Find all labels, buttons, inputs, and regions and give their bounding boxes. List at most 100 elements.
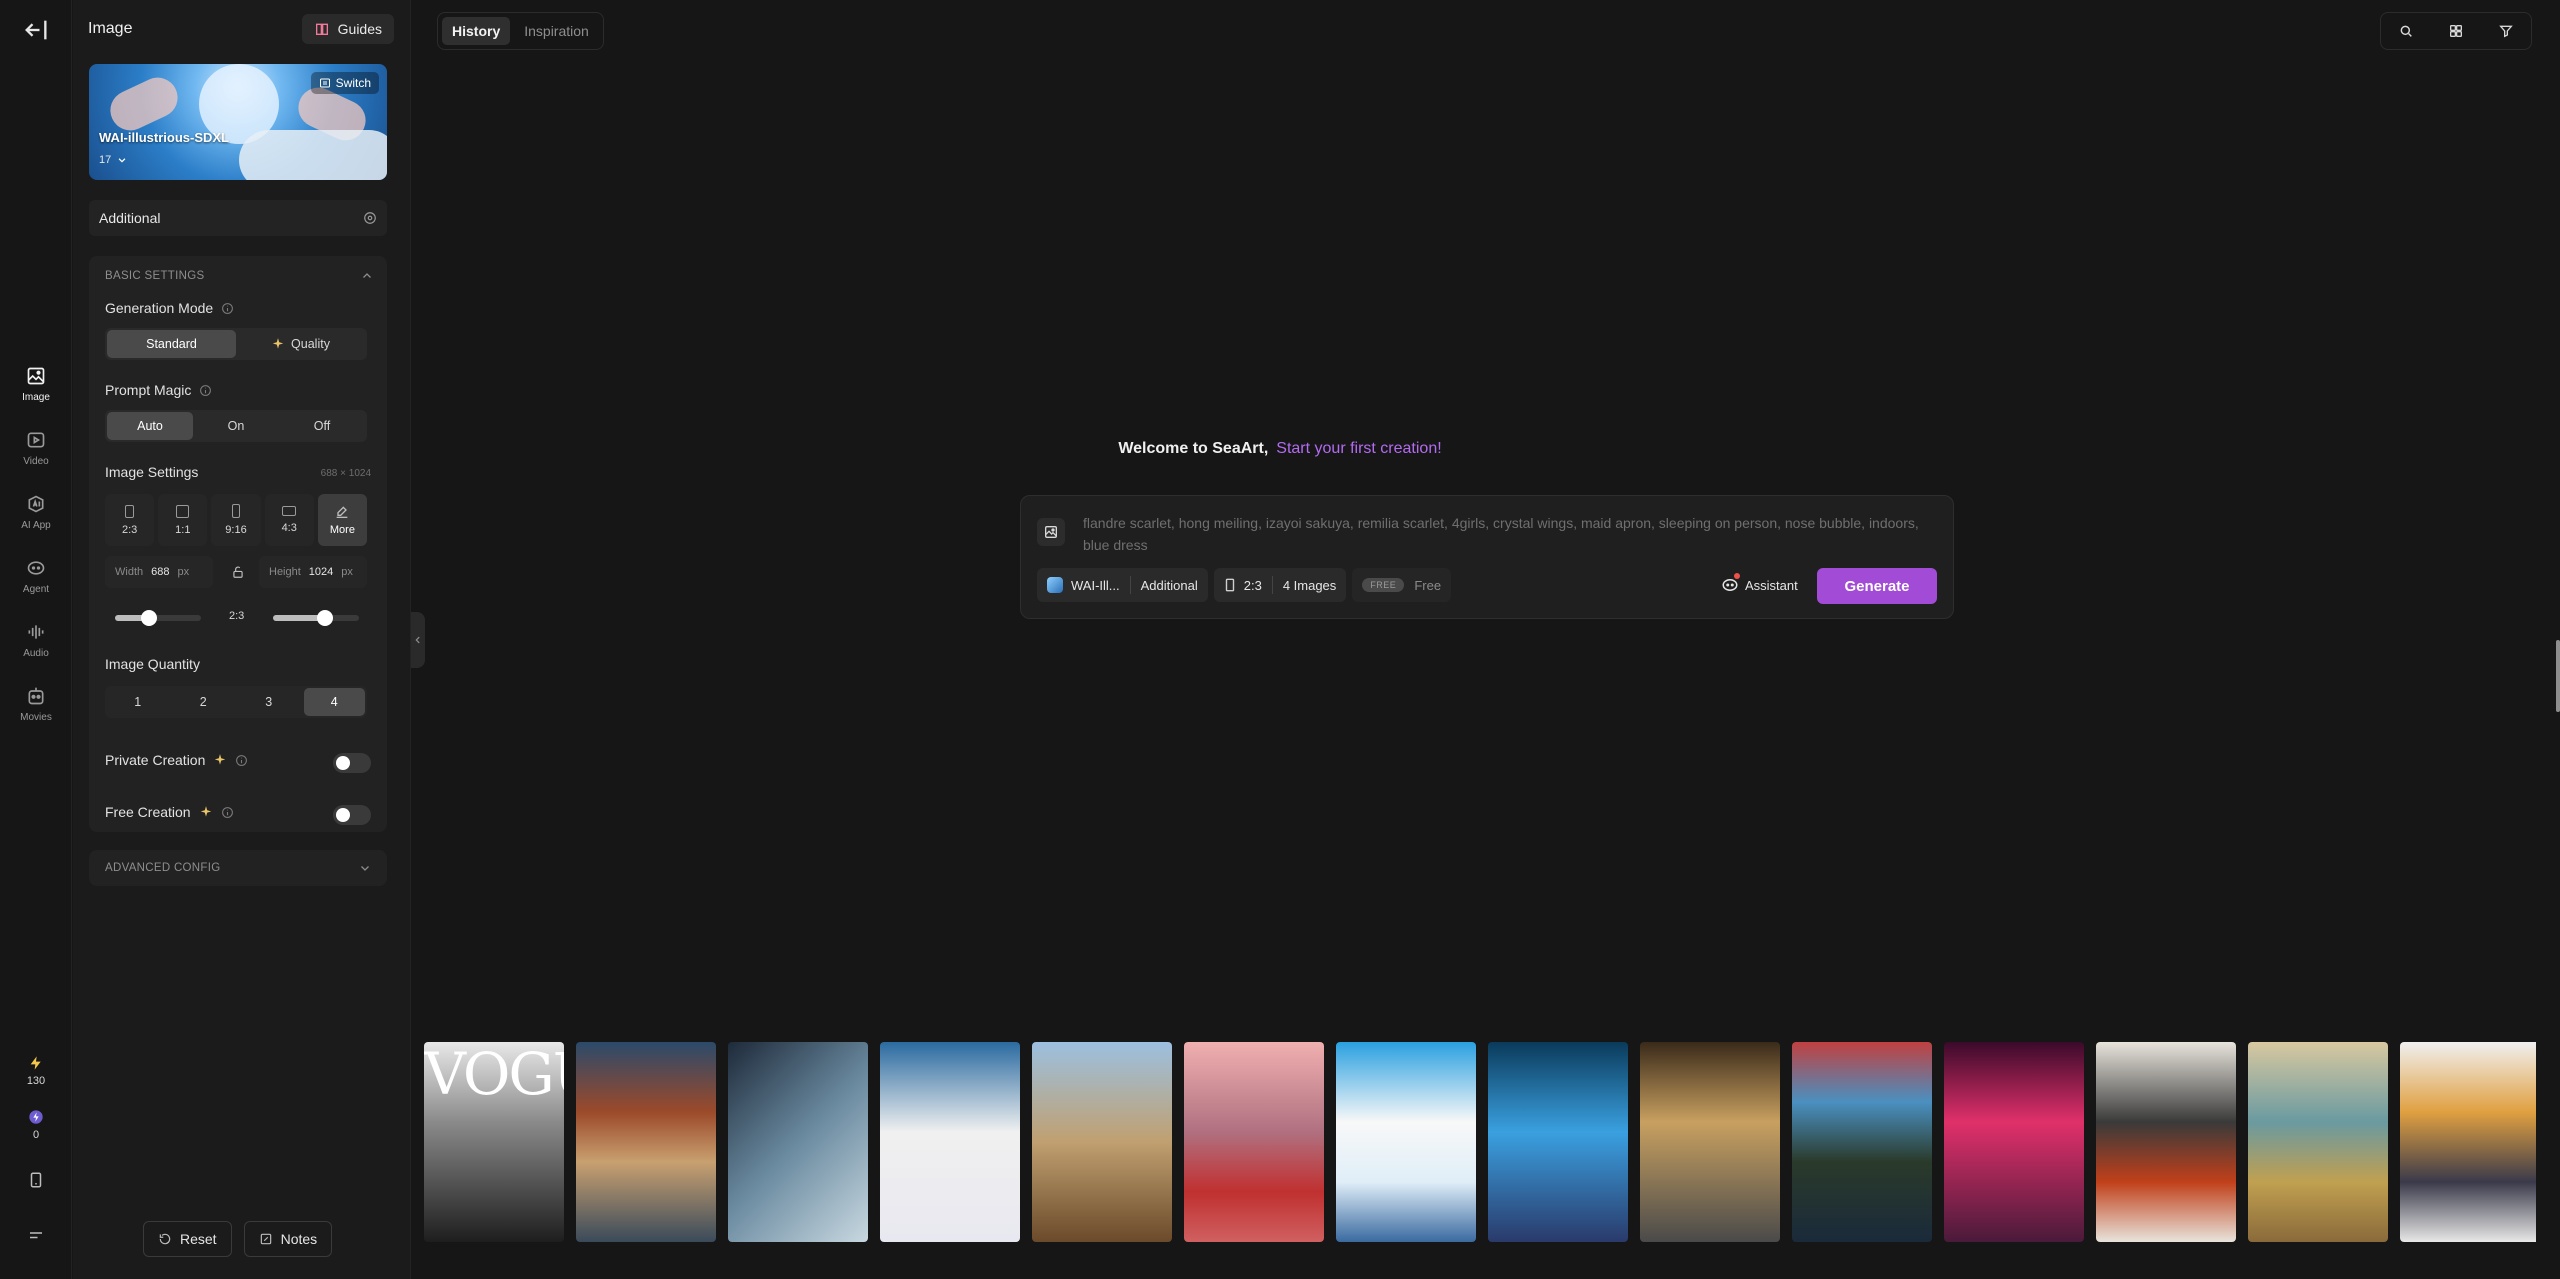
energy-counter[interactable]: 0	[0, 1098, 72, 1152]
model-version-select[interactable]: 17	[99, 154, 127, 166]
rail-item-agent[interactable]: Agent	[0, 544, 72, 608]
toggle-knob	[336, 756, 350, 770]
reset-button[interactable]: Reset	[143, 1221, 232, 1257]
free-creation-toggle[interactable]	[333, 805, 371, 825]
app-root: Image Video AI App Agent Audio Movies 13…	[0, 0, 2560, 1279]
width-field[interactable]: Width 688 px	[105, 556, 213, 588]
gallery-thumbnail[interactable]	[1336, 1042, 1476, 1242]
gallery-thumbnail[interactable]	[728, 1042, 868, 1242]
gallery-thumbnail[interactable]	[2400, 1042, 2536, 1242]
additional-row[interactable]: Additional	[89, 200, 387, 236]
quantity-4[interactable]: 4	[303, 688, 365, 716]
chip-additional-label: Additional	[1140, 577, 1198, 593]
advanced-config-header[interactable]: ADVANCED CONFIG	[89, 850, 387, 886]
quantity-2[interactable]: 2	[173, 688, 235, 716]
rail-item-label: Image	[22, 391, 50, 403]
rail-bottom: 130 0	[0, 1044, 72, 1264]
ratio-images-chip[interactable]: 2:3 4 Images	[1213, 568, 1347, 602]
model-chip[interactable]: WAI-Ill... Additional	[1037, 568, 1208, 602]
prompt-input[interactable]: flandre scarlet, hong meiling, izayoi sa…	[1083, 512, 1923, 556]
rail-item-label: Agent	[22, 583, 50, 595]
info-icon[interactable]	[199, 384, 212, 397]
menu-icon[interactable]	[0, 1208, 72, 1264]
info-icon[interactable]	[235, 754, 248, 767]
ratio-9-16[interactable]: 9:16	[211, 494, 261, 546]
height-field[interactable]: Height 1024 px	[259, 556, 367, 588]
slider-knob[interactable]	[316, 610, 333, 626]
notes-button[interactable]: Notes	[243, 1221, 333, 1257]
collapse-panel-button[interactable]	[411, 612, 425, 668]
filter-icon[interactable]	[2498, 23, 2514, 39]
image-upload-icon	[1045, 526, 1057, 538]
prompt-magic-auto[interactable]: Auto	[107, 412, 193, 440]
ratio-label: 4:3	[281, 522, 297, 534]
gallery-thumbnail[interactable]: VOGUE	[424, 1042, 564, 1242]
dimensions-note: 688 × 1024	[320, 468, 371, 479]
private-creation-toggle[interactable]	[333, 753, 371, 773]
gallery-thumbnail[interactable]	[1488, 1042, 1628, 1242]
rail-item-image[interactable]: Image	[0, 352, 72, 416]
rail-item-label: AI App	[21, 519, 51, 531]
ratio-4-3[interactable]: 4:3	[264, 494, 314, 546]
ratio-more[interactable]: More	[317, 494, 368, 546]
gallery-thumbnail[interactable]	[1640, 1042, 1780, 1242]
image-quantity-selector: 1 2 3 4	[105, 686, 367, 718]
rail-item-movies[interactable]: Movies	[0, 672, 72, 736]
gallery-thumbnail[interactable]	[2096, 1042, 2236, 1242]
gallery-thumbnail[interactable]	[1184, 1042, 1324, 1242]
back-arrow-icon[interactable]	[22, 16, 50, 44]
gallery-thumbnail[interactable]	[1032, 1042, 1172, 1242]
assistant-label: Assistant	[1745, 577, 1798, 593]
grid-view-icon[interactable]	[2448, 23, 2464, 39]
stamina-counter[interactable]: 130	[0, 1044, 72, 1098]
gallery-thumbnail[interactable]	[576, 1042, 716, 1242]
free-chip[interactable]: FREE Free	[1352, 568, 1452, 602]
generate-button[interactable]: Generate	[1817, 568, 1937, 604]
welcome-accent[interactable]: Start your first creation!	[1276, 440, 1441, 457]
reset-label: Reset	[180, 1231, 217, 1247]
notes-icon	[260, 1233, 271, 1245]
info-icon[interactable]	[221, 302, 234, 315]
energy-value: 0	[32, 1129, 40, 1141]
generation-mode-standard[interactable]: Standard	[107, 330, 236, 358]
generation-mode-quality[interactable]: Quality	[236, 330, 365, 358]
assistant-button[interactable]: Assistant	[1721, 573, 1798, 594]
height-slider[interactable]	[273, 610, 359, 626]
prompt-magic-on[interactable]: On	[193, 412, 279, 440]
tab-history[interactable]: History	[442, 17, 511, 45]
gallery-thumbnail[interactable]	[880, 1042, 1020, 1242]
quantity-3[interactable]: 3	[238, 688, 300, 716]
basic-settings-header[interactable]: BASIC SETTINGS	[105, 266, 373, 286]
gallery-thumbnail[interactable]	[1792, 1042, 1932, 1242]
basic-settings-section: BASIC SETTINGS Generation Mode Standard …	[89, 256, 387, 832]
guides-button[interactable]: Guides	[301, 14, 394, 44]
unlock-ratio-icon[interactable]	[225, 556, 251, 588]
mobile-icon[interactable]	[0, 1152, 72, 1208]
model-card[interactable]: Switch WAI-illustrious-SDXL 17	[89, 64, 387, 180]
tab-label: History	[452, 23, 501, 39]
scrollbar-handle[interactable]	[2556, 640, 2560, 712]
slider-knob[interactable]	[141, 610, 158, 626]
switch-label: Switch	[335, 76, 371, 90]
width-slider[interactable]	[115, 610, 201, 626]
movies-icon	[28, 687, 44, 704]
quantity-1[interactable]: 1	[107, 688, 169, 716]
additional-label: Additional	[99, 210, 161, 226]
tab-inspiration[interactable]: Inspiration	[514, 17, 599, 45]
prompt-magic-off[interactable]: Off	[279, 412, 365, 440]
image-quantity-label: Image Quantity	[105, 656, 200, 672]
info-icon[interactable]	[221, 806, 234, 819]
lightning-icon	[30, 1056, 41, 1070]
stamina-value: 130	[26, 1075, 46, 1087]
rail-item-audio[interactable]: Audio	[0, 608, 72, 672]
search-icon[interactable]	[2398, 23, 2414, 39]
gallery-thumbnail[interactable]	[1944, 1042, 2084, 1242]
prompt-magic-label: Prompt Magic	[105, 382, 192, 398]
upload-image-button[interactable]	[1037, 518, 1065, 546]
tab-label: Inspiration	[524, 23, 589, 39]
ratio-2-3[interactable]: 2:3	[105, 494, 155, 546]
ratio-1-1[interactable]: 1:1	[158, 494, 208, 546]
gallery-thumbnail[interactable]	[2248, 1042, 2388, 1242]
switch-model-button[interactable]: Switch	[310, 72, 379, 94]
rail-item-ai-app[interactable]: AI App	[0, 480, 72, 544]
